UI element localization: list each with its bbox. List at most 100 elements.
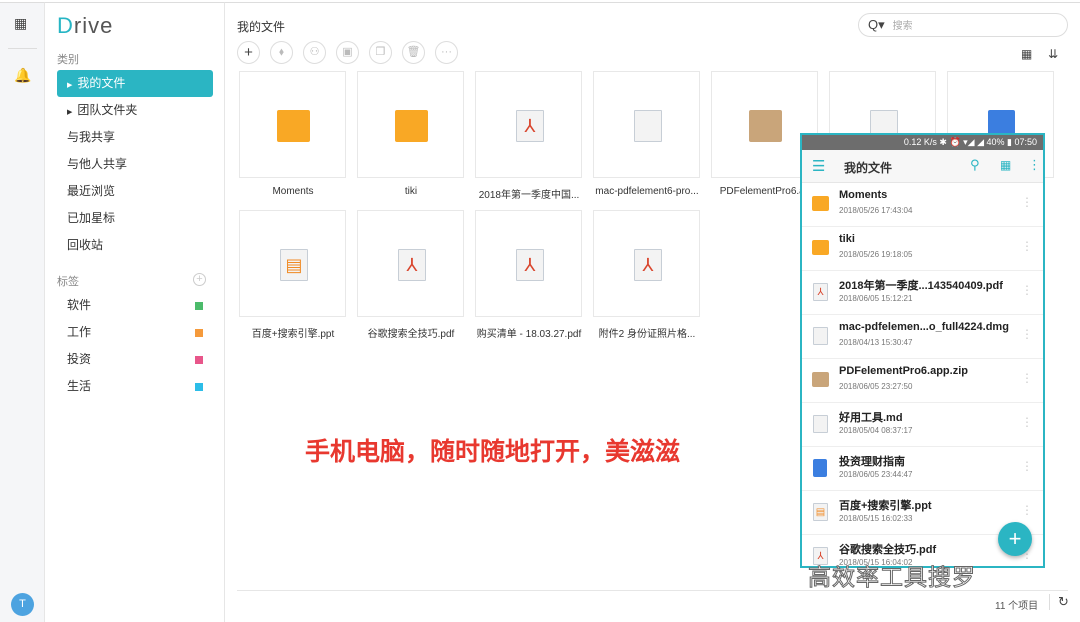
grid-view-icon[interactable]: ▦ [1021, 47, 1032, 61]
folder-icon [812, 196, 829, 211]
file-card[interactable]: ⅄ [357, 210, 464, 317]
tag-investment[interactable]: 投资 [57, 346, 213, 373]
pdf-icon: ⅄ [516, 249, 544, 281]
new-button[interactable]: + [237, 41, 260, 64]
file-icon [813, 415, 828, 433]
menu-icon[interactable]: ☰ [812, 157, 825, 175]
file-date: 2018/05/26 17:43:04 [839, 206, 913, 215]
sidebar-item-team-folders[interactable]: ▶ 团队文件夹 [57, 97, 213, 124]
sidebar-item-trash[interactable]: 回收站 [57, 232, 213, 259]
more-vert-icon[interactable]: ⋮ [1021, 283, 1033, 297]
folder-icon [395, 110, 428, 142]
file-card[interactable]: ⅄ [475, 210, 582, 317]
app-rail: ▦ 🔔 T [0, 2, 45, 622]
file-name: 投资理财指南 [839, 456, 905, 468]
file-name: 好用工具.md [839, 412, 903, 424]
divider [8, 48, 37, 49]
file-date: 2018/04/13 15:30:47 [839, 338, 913, 347]
tag-life[interactable]: 生活 [57, 373, 213, 400]
bell-icon[interactable]: 🔔 [14, 67, 31, 84]
sort-icon[interactable]: ⇊ [1048, 47, 1058, 61]
phone-list-item[interactable]: Moments 2018/05/26 17:43:04 ⋮ [802, 183, 1043, 227]
add-fab-button[interactable]: + [998, 522, 1032, 556]
file-card[interactable]: ▤ [239, 210, 346, 317]
sidebar-item-recent[interactable]: 最近浏览 [57, 178, 213, 205]
file-name: 2018年第一季度中国... [478, 190, 580, 201]
folder-icon [277, 110, 310, 142]
refresh-icon[interactable]: ↻ [1049, 594, 1069, 610]
more-vert-icon[interactable]: ⋮ [1021, 371, 1033, 385]
more-vert-icon[interactable]: ⋮ [1028, 157, 1041, 173]
tag-software[interactable]: 软件 [57, 292, 213, 319]
more-vert-icon[interactable]: ⋮ [1021, 415, 1033, 429]
more-vert-icon[interactable]: ⋮ [1021, 195, 1033, 209]
file-card[interactable] [593, 71, 700, 178]
sidebar-item-shared-with-me[interactable]: 与我共享 [57, 124, 213, 151]
phone-list-item[interactable]: tiki 2018/05/26 19:18:05 ⋮ [802, 227, 1043, 271]
sidebar-item-starred[interactable]: 已加星标 [57, 205, 213, 232]
pdf-icon: ⅄ [516, 110, 544, 142]
file-name: mac-pdfelement6-pro... [595, 186, 699, 197]
tag-color-swatch [195, 356, 203, 364]
caption-text: 手机电脑，随时随地打开，美滋滋 [305, 438, 681, 466]
tag-color-swatch [195, 302, 203, 310]
folder-icon [812, 240, 829, 255]
more-vert-icon[interactable]: ⋮ [1021, 327, 1033, 341]
tags-label: 标签 [57, 276, 79, 288]
file-card[interactable]: ⅄ [593, 210, 700, 317]
file-name: 百度+搜索引擎.ppt [251, 329, 335, 340]
tag-work[interactable]: 工作 [57, 319, 213, 346]
share-user-button[interactable]: ⚇ [303, 41, 326, 64]
phone-list-item[interactable]: ⅄ 2018年第一季度...143540409.pdf 2018/06/05 15:… [802, 271, 1043, 315]
more-vert-icon[interactable]: ⋮ [1021, 459, 1033, 473]
file-date: 2018/05/26 19:18:05 [839, 250, 913, 259]
more-button[interactable]: ··· [435, 41, 458, 64]
file-card[interactable] [357, 71, 464, 178]
grid-view-icon[interactable]: ▦ [1000, 158, 1011, 172]
file-card[interactable]: ⅄ [475, 71, 582, 178]
file-date: 2018/06/05 23:27:50 [839, 382, 913, 391]
sidebar-item-shared-with-others[interactable]: 与他人共享 [57, 151, 213, 178]
more-vert-icon[interactable]: ⋮ [1021, 239, 1033, 253]
phone-list-item[interactable]: 好用工具.md 2018/05/04 08:37:17 ⋮ [802, 403, 1043, 447]
search-input[interactable]: Q▾ 搜索 [858, 13, 1068, 37]
more-vert-icon[interactable]: ⋮ [1021, 503, 1033, 517]
file-name: tiki [839, 233, 855, 245]
add-tag-button[interactable]: + [193, 273, 206, 286]
file-date: 2018/05/15 16:02:33 [839, 514, 913, 523]
file-name: 附件2 身份证照片格... [598, 329, 696, 340]
tag-color-swatch [195, 383, 203, 391]
file-date: 2018/06/05 15:12:21 [839, 294, 913, 303]
pdf-icon: ⅄ [398, 249, 426, 281]
phone-list-item[interactable]: mac-pdfelemen...o_full4224.dmg 2018/04/13… [802, 315, 1043, 359]
caret-right-icon: ▶ [67, 82, 73, 89]
file-card[interactable] [239, 71, 346, 178]
sidebar-item-my-files[interactable]: ▶ 我的文件 [57, 70, 213, 97]
file-name: mac-pdfelemen...o_full4224.dmg [839, 321, 1009, 333]
move-button[interactable]: ▣ [336, 41, 359, 64]
avatar[interactable]: T [11, 593, 34, 616]
phone-list-item[interactable]: 投资理财指南 2018/06/05 23:44:47 ⋮ [802, 447, 1043, 491]
logo: Drive [57, 13, 114, 38]
copy-button[interactable]: ❐ [369, 41, 392, 64]
file-name: Moments [839, 189, 888, 201]
file-name: 谷歌搜索全技巧.pdf [367, 329, 455, 340]
phone-list-item[interactable]: PDFelementPro6.app.zip 2018/06/05 23:27:5… [802, 359, 1043, 403]
search-icon[interactable]: ⚲ [970, 157, 980, 173]
watermark: 高效率工具搜罗 [808, 564, 976, 591]
page-title: 我的文件 [237, 20, 286, 34]
item-count: 11 个项目 [995, 601, 1039, 612]
search-icon: Q▾ [868, 17, 885, 32]
file-name: Moments [272, 186, 314, 197]
tag-color-swatch [195, 329, 203, 337]
delete-button[interactable]: 🗑 [402, 41, 425, 64]
zip-icon [749, 110, 782, 142]
phone-status-bar: 0.12 K/s ✱ ⏰ ▾◢ ◢ 40% ▮ 07:50 [802, 135, 1043, 150]
ppt-icon: ▤ [280, 249, 308, 281]
category-label: 类别 [57, 54, 79, 66]
file-name: tiki [404, 186, 418, 197]
file-name: PDFelementPro6.app.zip [839, 365, 968, 377]
file-name: 谷歌搜索全技巧.pdf [839, 544, 937, 556]
tag-button[interactable]: ⬧ [270, 41, 293, 64]
apps-grid-icon[interactable]: ▦ [14, 15, 27, 32]
